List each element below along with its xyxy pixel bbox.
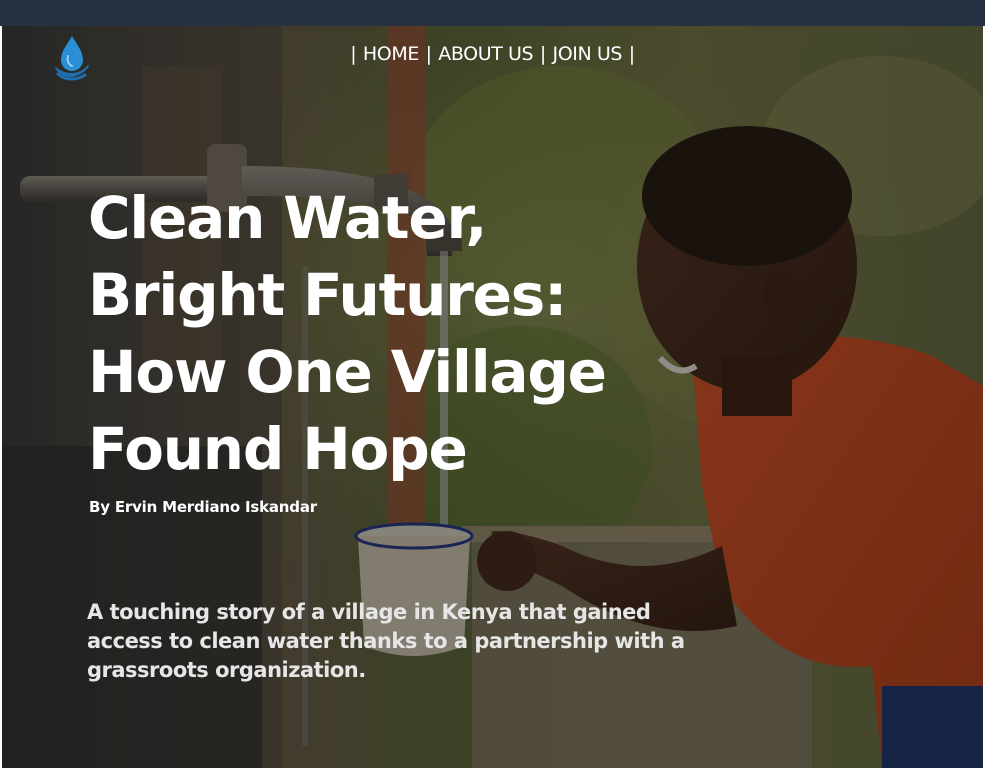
- hero-section: | HOME | ABOUT US | JOIN US | Clean Wate…: [2, 26, 983, 768]
- summary-line: A touching story of a village in Kenya t…: [87, 600, 651, 624]
- summary-line: grassroots organization.: [87, 658, 366, 682]
- page-title-line: Found Hope: [88, 415, 468, 483]
- page-title: Clean Water, Bright Futures: How One Vil…: [88, 180, 708, 488]
- page-title-line: Bright Futures:: [88, 261, 567, 329]
- page-title-line: Clean Water,: [88, 184, 487, 252]
- nav-link-home[interactable]: HOME: [363, 43, 419, 65]
- article-summary: A touching story of a village in Kenya t…: [87, 598, 727, 685]
- nav-link-about-us[interactable]: ABOUT US: [438, 43, 533, 65]
- author-byline: By Ervin Merdiano Iskandar: [89, 498, 317, 516]
- nav-separator: |: [539, 43, 546, 65]
- nav-separator: |: [628, 43, 635, 65]
- top-bar: [0, 0, 985, 26]
- nav-link-join-us[interactable]: JOIN US: [553, 43, 623, 65]
- summary-line: access to clean water thanks to a partne…: [87, 629, 685, 653]
- page-title-line: How One Village: [88, 338, 607, 406]
- main-nav: | HOME | ABOUT US | JOIN US |: [2, 43, 983, 65]
- nav-separator: |: [350, 43, 357, 65]
- page: | HOME | ABOUT US | JOIN US | Clean Wate…: [0, 0, 985, 770]
- nav-separator: |: [425, 43, 432, 65]
